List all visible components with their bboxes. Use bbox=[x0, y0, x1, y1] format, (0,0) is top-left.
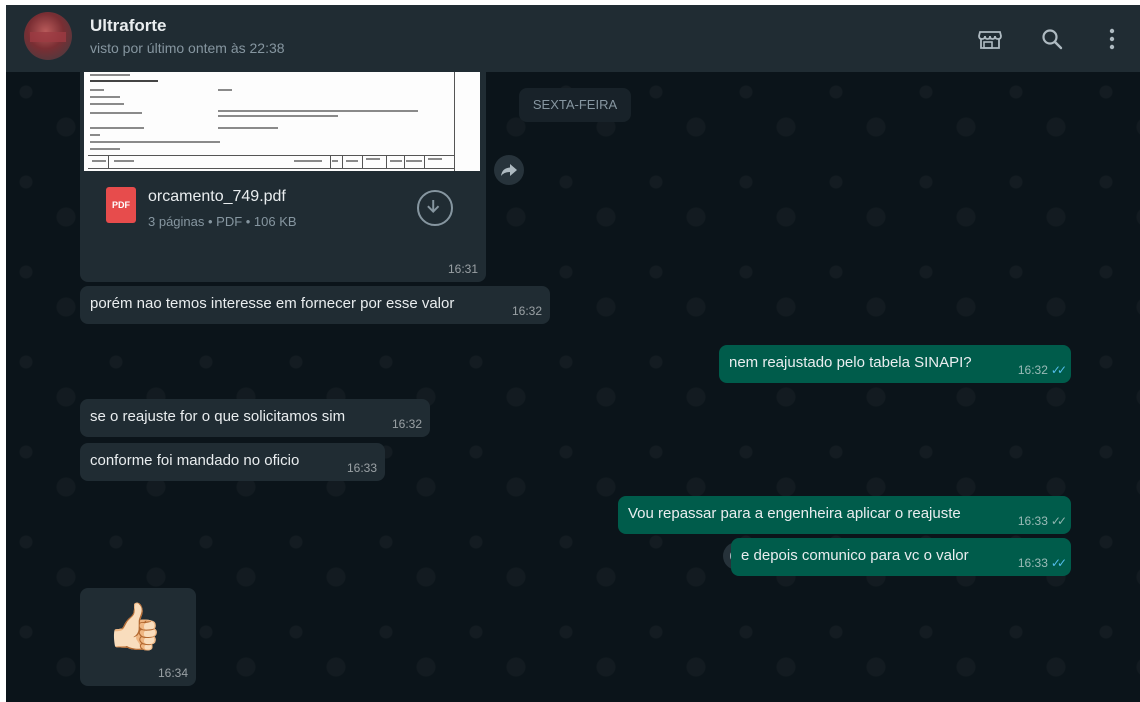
message-time: 16:33 bbox=[346, 461, 377, 475]
search-icon[interactable] bbox=[1038, 25, 1066, 53]
message-text: conforme foi mandado no oficio bbox=[90, 452, 300, 469]
catalog-icon[interactable] bbox=[976, 25, 1004, 53]
read-receipt-icon: ✓✓ bbox=[1050, 556, 1067, 570]
outgoing-message[interactable]: e depois comunico para vc o valor 16:33 ✓… bbox=[731, 538, 1071, 576]
forward-icon[interactable] bbox=[494, 155, 524, 185]
download-icon[interactable] bbox=[417, 190, 453, 226]
outgoing-message[interactable]: Vou repassar para a engenheira aplicar o… bbox=[618, 496, 1071, 534]
message-meta: 16:33 ✓✓ bbox=[1017, 556, 1067, 570]
message-meta: 16:33 ✓✓ bbox=[1017, 514, 1067, 528]
message-meta: 16:32 ✓✓ bbox=[1017, 363, 1067, 377]
message-text: e depois comunico para vc o valor bbox=[741, 547, 969, 564]
message-time: 16:33 bbox=[1017, 514, 1048, 528]
document-message[interactable]: PDF orcamento_749.pdf 3 páginas • PDF • … bbox=[80, 72, 486, 282]
date-separator: SEXTA-FEIRA bbox=[519, 88, 631, 122]
pdf-preview-thumbnail[interactable] bbox=[84, 72, 480, 171]
message-time: 16:34 bbox=[157, 666, 188, 680]
incoming-message[interactable]: se o reajuste for o que solicitamos sim … bbox=[80, 399, 430, 437]
contact-name[interactable]: Ultraforte bbox=[90, 16, 167, 36]
chat-header: Ultraforte visto por último ontem às 22:… bbox=[6, 5, 1140, 72]
message-text: porém nao temos interesse em fornecer po… bbox=[90, 295, 455, 312]
delivered-receipt-icon: ✓✓ bbox=[1050, 514, 1067, 528]
file-name[interactable]: orcamento_749.pdf bbox=[148, 188, 286, 206]
message-time: 16:31 bbox=[447, 262, 478, 276]
message-text: nem reajustado pelo tabela SINAPI? bbox=[729, 354, 972, 371]
read-receipt-icon: ✓✓ bbox=[1050, 363, 1067, 377]
message-time: 16:32 bbox=[511, 304, 542, 318]
message-time: 16:32 bbox=[391, 417, 422, 431]
pdf-file-icon: PDF bbox=[106, 187, 136, 223]
incoming-message[interactable]: porém nao temos interesse em fornecer po… bbox=[80, 286, 550, 324]
file-meta: 3 páginas • PDF • 106 KB bbox=[148, 214, 297, 229]
message-text: Vou repassar para a engenheira aplicar o… bbox=[628, 505, 961, 522]
message-time: 16:32 bbox=[1017, 363, 1048, 377]
thumbs-up-emoji: 👍🏻 bbox=[106, 600, 164, 652]
incoming-message[interactable]: conforme foi mandado no oficio 16:33 bbox=[80, 443, 385, 481]
contact-avatar[interactable] bbox=[24, 12, 72, 60]
chat-area[interactable]: SEXTA-FEIRA PDF orcamento_749.pdf 3 pági… bbox=[6, 72, 1140, 702]
menu-icon[interactable] bbox=[1098, 25, 1126, 53]
emoji-message[interactable]: 👍🏻 16:34 bbox=[80, 588, 196, 686]
last-seen-status: visto por último ontem às 22:38 bbox=[90, 40, 285, 56]
outgoing-message[interactable]: nem reajustado pelo tabela SINAPI? 16:32… bbox=[719, 345, 1071, 383]
message-text: se o reajuste for o que solicitamos sim bbox=[90, 408, 346, 425]
whatsapp-window: Ultraforte visto por último ontem às 22:… bbox=[6, 5, 1140, 702]
message-time: 16:33 bbox=[1017, 556, 1048, 570]
